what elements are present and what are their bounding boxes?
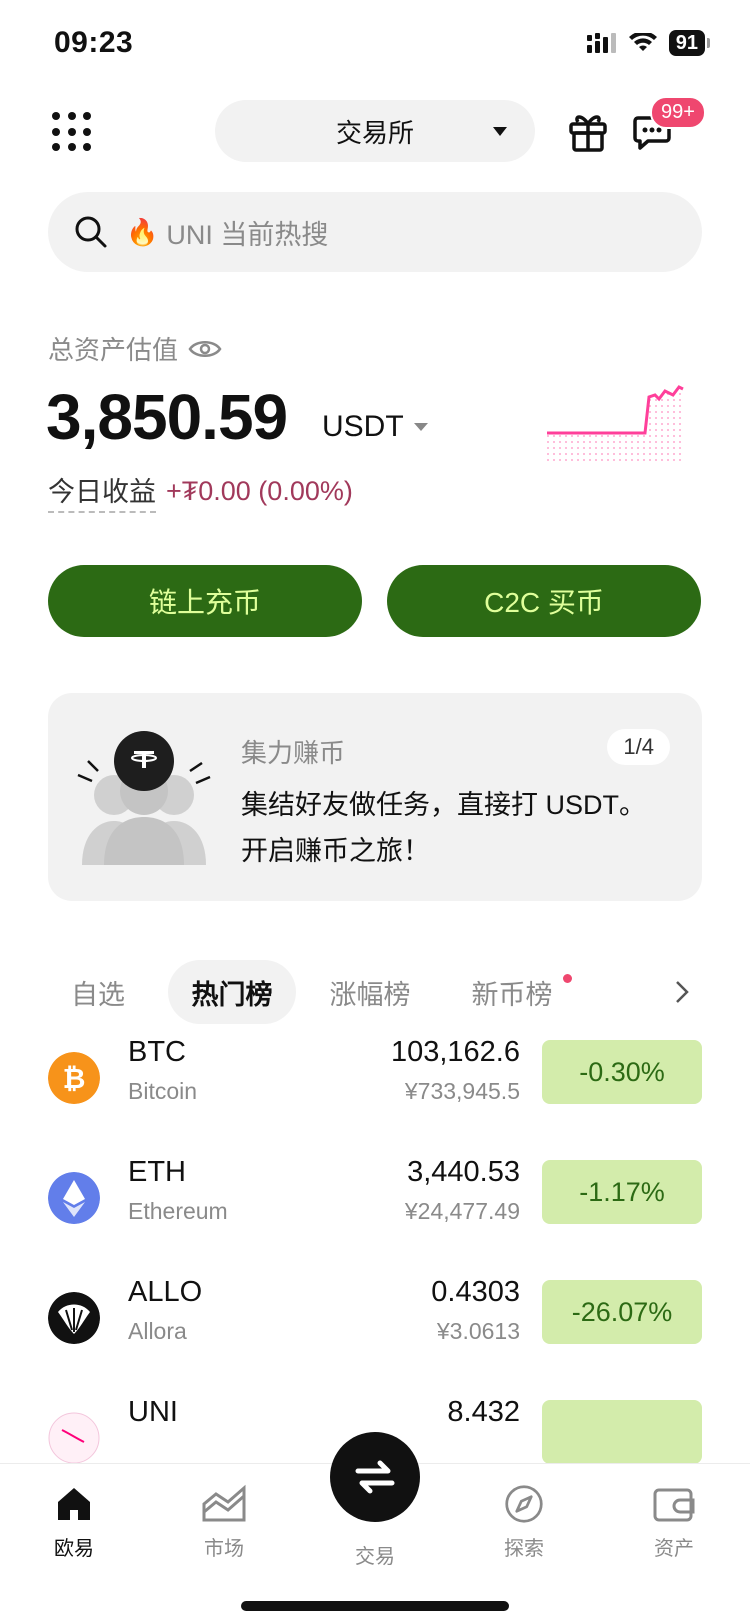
fire-icon: 🔥 <box>126 216 159 247</box>
coin-price: 8.432 <box>447 1396 520 1428</box>
caret-down-icon <box>493 127 507 136</box>
status-icons: 91 <box>586 30 710 56</box>
uniswap-icon <box>48 1412 100 1464</box>
coin-price-cny: ¥733,945.5 <box>404 1078 520 1104</box>
coin-price: 0.4303 <box>431 1276 520 1308</box>
tab-hot[interactable]: 热门榜 <box>168 960 296 1024</box>
coin-change-badge[interactable]: -0.30% <box>542 1040 702 1104</box>
asset-trend-sparkline[interactable] <box>545 385 705 485</box>
battery-indicator: 91 <box>668 30 705 56</box>
coin-symbol: ALLO <box>128 1276 203 1308</box>
exchange-mode-label: 交易所 <box>335 117 414 148</box>
caret-down-icon <box>413 423 428 431</box>
total-assets-text: 总资产估值 <box>48 335 179 365</box>
compass-icon <box>505 1485 543 1523</box>
market-tabs: 自选 热门榜 涨幅榜 新币榜 <box>48 960 702 1024</box>
asset-unit-label: USDT <box>322 410 404 443</box>
nav-home-label: 欧易 <box>54 1538 94 1560</box>
nav-market-label: 市场 <box>204 1538 244 1560</box>
total-assets-label: 总资产估值 <box>48 330 222 367</box>
promo-description-line1: 集结好友做任务，直接打 USDT。 <box>241 790 646 820</box>
promo-card[interactable]: 集力赚币 1/4 集结好友做任务，直接打 USDT。 开启赚币之旅！ <box>48 693 702 901</box>
coin-price-cny: ¥3.0613 <box>436 1318 520 1344</box>
coin-change-badge[interactable]: -26.07% <box>542 1280 702 1344</box>
coin-symbol: UNI <box>128 1396 178 1428</box>
coin-change-badge[interactable]: -1.17% <box>542 1160 702 1224</box>
status-time: 09:23 <box>54 26 134 59</box>
nav-home[interactable]: 欧易 <box>14 1484 134 1561</box>
notification-badge: 99+ <box>650 96 706 129</box>
nav-trade-label: 交易 <box>355 1546 395 1568</box>
coin-price: 103,162.6 <box>390 1036 520 1068</box>
coin-row-eth[interactable]: ETH Ethereum 3,440.53 ¥24,477.49 -1.17% <box>48 1154 702 1240</box>
wifi-icon <box>628 33 657 51</box>
nav-assets-label: 资产 <box>654 1538 694 1560</box>
new-dot-indicator <box>563 974 572 983</box>
search-placeholder: UNI 当前热搜 <box>166 219 329 250</box>
exchange-mode-selector[interactable]: 交易所 <box>215 100 535 162</box>
tab-gainers[interactable]: 涨幅榜 <box>320 960 420 1024</box>
eye-icon[interactable] <box>188 338 222 360</box>
cellular-signal-icon <box>586 33 616 53</box>
tab-watchlist[interactable]: 自选 <box>48 960 148 1024</box>
nav-assets[interactable]: 资产 <box>614 1484 734 1561</box>
search-bar[interactable]: 🔥 UNI 当前热搜 <box>48 192 702 272</box>
nav-market[interactable]: 市场 <box>164 1484 284 1561</box>
svg-text:₿: ₿ <box>63 1063 86 1094</box>
onchain-deposit-button[interactable]: 链上充币 <box>48 565 362 637</box>
coin-change-badge[interactable] <box>542 1400 702 1464</box>
bitcoin-icon: ₿ <box>48 1052 100 1104</box>
tab-new-listings[interactable]: 新币榜 <box>462 960 572 1024</box>
promo-title: 集力赚币 <box>241 738 346 768</box>
coin-name: Ethereum <box>128 1198 228 1224</box>
coin-row-btc[interactable]: ₿ BTC Bitcoin 103,162.6 ¥733,945.5 -0.30… <box>48 1034 702 1120</box>
search-icon <box>75 216 107 248</box>
today-pnl-label: 今日收益 <box>48 470 156 513</box>
tab-new-listings-label: 新币榜 <box>471 979 553 1010</box>
nav-discover-label: 探索 <box>504 1538 544 1560</box>
coin-price-cny: ¥24,477.49 <box>404 1198 520 1224</box>
promo-page-indicator: 1/4 <box>607 729 670 765</box>
coin-row-allo[interactable]: ALLO Allora 0.4303 ¥3.0613 -26.07% <box>48 1274 702 1360</box>
market-chart-icon <box>202 1484 246 1522</box>
ethereum-icon <box>48 1172 100 1224</box>
gift-icon[interactable] <box>568 110 608 152</box>
coin-symbol: ETH <box>128 1156 186 1188</box>
top-header: 交易所 99+ <box>0 96 750 164</box>
chevron-right-icon[interactable] <box>672 980 692 1004</box>
trade-button[interactable] <box>330 1432 420 1522</box>
wallet-icon <box>653 1488 695 1522</box>
coin-name: Allora <box>128 1318 187 1344</box>
allora-icon <box>48 1292 100 1344</box>
coin-symbol: BTC <box>128 1036 186 1068</box>
status-bar: 09:23 91 <box>0 0 750 90</box>
today-pnl-value: +₮0.00 (0.00%) <box>166 476 353 506</box>
home-icon <box>58 1488 90 1520</box>
nav-discover[interactable]: 探索 <box>464 1484 584 1561</box>
total-assets-value: 3,850.59 <box>46 381 288 453</box>
coin-price: 3,440.53 <box>407 1156 520 1188</box>
today-pnl[interactable]: 今日收益 +₮0.00 (0.00%) <box>48 470 353 513</box>
promo-description-line2: 开启赚币之旅！ <box>241 836 430 866</box>
c2c-buy-button[interactable]: C2C 买币 <box>387 565 701 637</box>
group-earn-illustration <box>77 731 211 865</box>
battery-tip <box>707 38 710 48</box>
coin-name: Bitcoin <box>128 1078 198 1104</box>
home-indicator <box>241 1601 509 1611</box>
swap-arrows-icon <box>355 1460 395 1494</box>
asset-unit-selector[interactable]: USDT <box>322 410 428 444</box>
apps-grid-icon[interactable] <box>52 112 92 152</box>
